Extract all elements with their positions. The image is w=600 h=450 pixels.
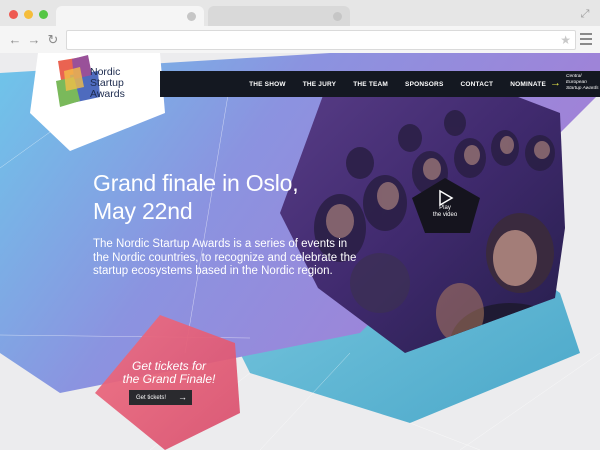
forward-arrow-icon[interactable]: →: [27, 33, 41, 47]
nav-item-the-team[interactable]: THE TEAM: [353, 81, 388, 88]
address-bar[interactable]: ★: [66, 30, 576, 50]
logo-text[interactable]: Nordic Startup Awards: [90, 67, 125, 100]
maximize-window-dot[interactable]: [39, 10, 48, 19]
website-viewport: Nordic Startup Awards THE SHOW THE JURY …: [0, 53, 600, 450]
browser-toolbar: ← → ↻ ★: [0, 26, 600, 54]
back-arrow-icon[interactable]: ←: [8, 33, 22, 47]
star-icon[interactable]: ★: [560, 33, 571, 47]
nav-item-nominate[interactable]: NOMINATE: [510, 81, 546, 88]
hero-description: The Nordic Startup Awards is a series of…: [93, 238, 357, 277]
arrow-right-icon: →: [178, 392, 187, 402]
play-video-link[interactable]: Play the video: [425, 205, 465, 219]
expand-icon[interactable]: ⤢: [579, 8, 591, 20]
tab-close-icon[interactable]: [333, 12, 342, 21]
nav-links: THE SHOW THE JURY THE TEAM SPONSORS CONT…: [249, 71, 546, 97]
reload-icon[interactable]: ↻: [46, 33, 60, 47]
central-european-awards-link[interactable]: Central European Startup Awards: [566, 74, 600, 92]
browser-chrome: ⤢ ← → ↻ ★: [0, 0, 600, 54]
tickets-heading: Get tickets for the Grand Finale!: [122, 359, 216, 386]
browser-tab-active[interactable]: [56, 6, 204, 26]
window-controls: [9, 10, 48, 19]
site-navigation: THE SHOW THE JURY THE TEAM SPONSORS CONT…: [160, 71, 600, 97]
hero-title: Grand finale in Oslo, May 22nd: [93, 170, 299, 224]
get-tickets-button[interactable]: Get tickets! →: [129, 390, 192, 405]
tab-close-icon[interactable]: [187, 12, 196, 21]
nav-item-the-jury[interactable]: THE JURY: [303, 81, 337, 88]
hamburger-menu-icon[interactable]: [580, 33, 592, 45]
arrow-right-icon[interactable]: →: [550, 77, 561, 89]
close-window-dot[interactable]: [9, 10, 18, 19]
nav-item-contact[interactable]: CONTACT: [461, 81, 494, 88]
nav-item-the-show[interactable]: THE SHOW: [249, 81, 286, 88]
browser-tab-inactive[interactable]: [208, 6, 350, 26]
get-tickets-label: Get tickets!: [136, 394, 167, 401]
nav-item-sponsors[interactable]: SPONSORS: [405, 81, 443, 88]
minimize-window-dot[interactable]: [24, 10, 33, 19]
